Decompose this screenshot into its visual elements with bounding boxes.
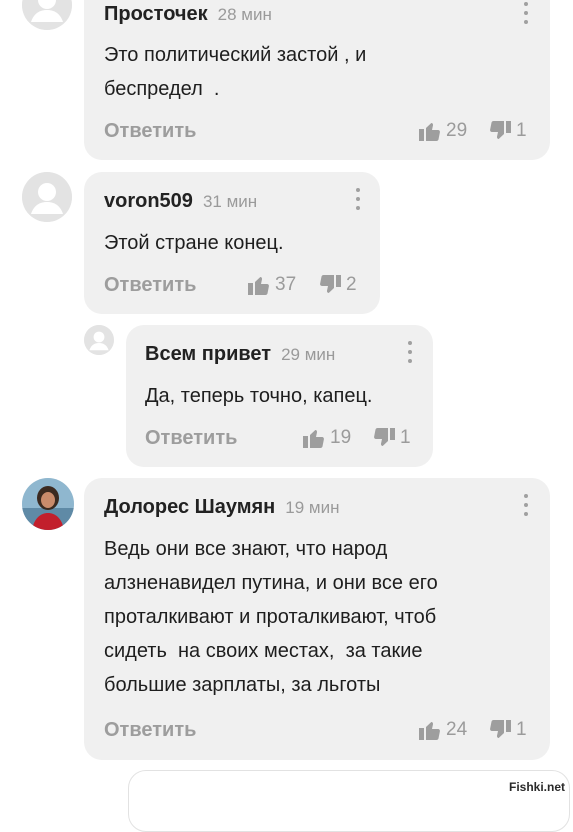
dislike-count: 1 xyxy=(516,719,527,740)
thumbs-up-icon xyxy=(303,430,324,448)
dislike-button[interactable]: 1 xyxy=(488,119,527,143)
comment-author[interactable]: Всем привет 29 мин xyxy=(145,343,335,366)
dislike-count: 1 xyxy=(400,427,411,448)
thumbs-up-icon xyxy=(248,277,269,295)
more-options-icon[interactable] xyxy=(406,341,414,369)
reply-button[interactable]: Ответить xyxy=(104,120,196,143)
thumbs-down-icon xyxy=(320,275,341,293)
more-options-icon[interactable] xyxy=(522,494,530,522)
dislike-button[interactable]: 2 xyxy=(318,273,357,297)
like-button[interactable]: 24 xyxy=(418,718,467,742)
comment-text-line: проталкивают и проталкивают, чтоб xyxy=(104,606,437,628)
author-name[interactable]: Просточек xyxy=(104,3,208,25)
dislike-count: 1 xyxy=(516,120,527,141)
comment-text-line: Ведь они все знают, что народ xyxy=(104,538,388,560)
comment-text-line: сидеть на своих местах, за такие xyxy=(104,640,423,662)
author-name[interactable]: Всем привет xyxy=(145,343,271,365)
comment-time: 31 мин xyxy=(202,192,258,211)
comment-author[interactable]: Долорес Шаумян 19 мин xyxy=(104,496,339,519)
watermark: Fishki.net xyxy=(506,780,567,794)
thumbs-down-icon xyxy=(374,428,395,446)
like-button[interactable]: 37 xyxy=(247,273,296,297)
like-button[interactable]: 29 xyxy=(418,119,467,143)
comment-text-line: алзненавидел путина, и они все его xyxy=(104,572,438,594)
avatar[interactable] xyxy=(22,0,72,30)
comment-text-line: Это политический застой , и xyxy=(104,44,367,66)
default-user-icon xyxy=(22,172,72,222)
thumbs-down-icon xyxy=(490,121,511,139)
dislike-button[interactable]: 1 xyxy=(488,718,527,742)
user-photo xyxy=(22,478,74,530)
comment-time: 28 мин xyxy=(217,5,272,24)
comment-time: 29 мин xyxy=(281,345,336,364)
avatar[interactable] xyxy=(22,478,74,530)
avatar[interactable] xyxy=(22,172,72,222)
comment-text-line: Этой стране конец. xyxy=(104,232,284,254)
author-name[interactable]: Долорес Шаумян xyxy=(104,496,275,518)
reply-button[interactable]: Ответить xyxy=(145,427,237,450)
like-count: 29 xyxy=(446,120,468,141)
more-options-icon[interactable] xyxy=(522,2,530,30)
like-count: 19 xyxy=(330,427,352,448)
next-comment-card xyxy=(128,770,570,832)
comment-time: 19 мин xyxy=(285,498,340,517)
author-name[interactable]: voron509 xyxy=(104,190,193,212)
avatar[interactable] xyxy=(84,325,114,355)
reply-button[interactable]: Ответить xyxy=(104,274,196,297)
comment-text-line: большие зарплаты, за льготы xyxy=(104,674,381,696)
thumbs-down-icon xyxy=(490,720,511,738)
comment-author[interactable]: voron509 31 мин xyxy=(104,190,257,213)
dislike-count: 2 xyxy=(346,274,357,295)
dislike-button[interactable]: 1 xyxy=(372,426,411,450)
thumbs-up-icon xyxy=(419,722,440,740)
comment-author[interactable]: Просточек 28 мин xyxy=(104,3,272,26)
comment-text-line: беспредел . xyxy=(104,78,220,100)
more-options-icon[interactable] xyxy=(354,188,362,216)
default-user-icon xyxy=(84,325,114,355)
default-user-icon xyxy=(22,0,72,30)
reply-button[interactable]: Ответить xyxy=(104,719,196,742)
like-count: 37 xyxy=(275,274,297,295)
comment-text-line: Да, теперь точно, капец. xyxy=(145,385,373,407)
like-button[interactable]: 19 xyxy=(302,426,351,450)
like-count: 24 xyxy=(446,719,468,740)
thumbs-up-icon xyxy=(419,123,440,141)
